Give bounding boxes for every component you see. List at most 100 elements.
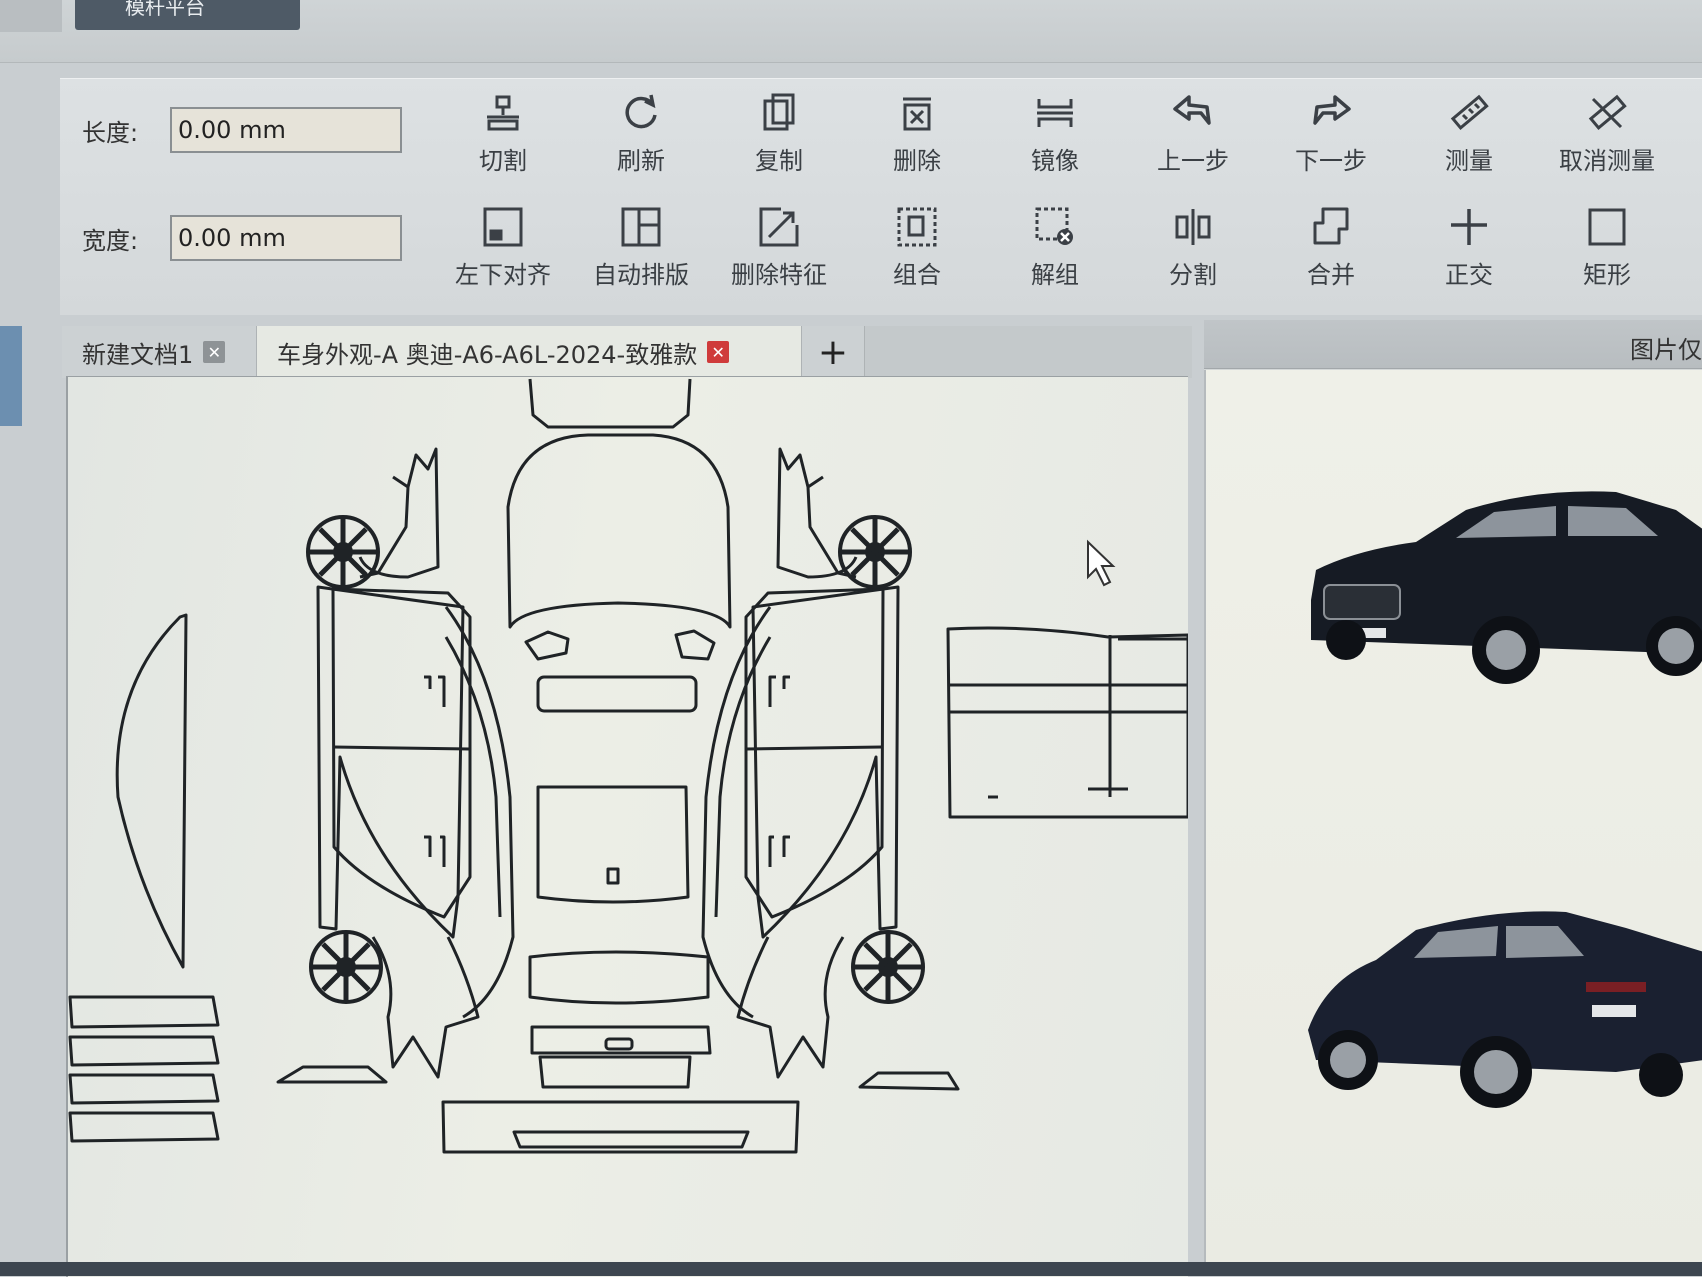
width-label: 宽度: — [82, 226, 139, 255]
left-sidebar-stripe[interactable] — [0, 326, 22, 426]
cut-icon — [487, 95, 519, 131]
redo-label: 下一步 — [1295, 147, 1367, 175]
split-label: 分割 — [1169, 261, 1217, 289]
delete-icon — [903, 97, 931, 131]
image-panel-title: 图片仅 — [1630, 336, 1702, 364]
skirt-left — [276, 1065, 388, 1084]
car-front-view-image — [1311, 491, 1702, 684]
merge-button[interactable]: 合并 — [1271, 205, 1391, 305]
mirror-label: 镜像 — [1031, 147, 1079, 175]
length-label: 长度: — [82, 118, 139, 147]
tab-new-document[interactable]: 新建文档1 ✕ — [62, 326, 257, 378]
toolbar: 长度: 宽度: 切割 刷新 复制 删除 镜像 — [60, 78, 1702, 315]
windshield-strip — [115, 613, 188, 969]
wheel-front-right — [838, 515, 912, 589]
redo-icon — [1313, 95, 1351, 125]
group-button[interactable]: 组合 — [857, 205, 977, 305]
mirror-icon — [1037, 99, 1073, 127]
trunk-panel — [528, 950, 710, 1005]
refresh-icon — [625, 94, 657, 129]
delete-button[interactable]: 删除 — [857, 91, 977, 191]
refresh-label: 刷新 — [617, 147, 665, 175]
copy-label: 复制 — [755, 147, 803, 175]
refresh-button[interactable]: 刷新 — [581, 91, 701, 191]
auto-layout-icon — [621, 207, 661, 247]
window-top-strip: 模杆平台 — [0, 0, 1702, 63]
align-bottom-left-label: 左下对齐 — [455, 261, 551, 289]
merge-label: 合并 — [1307, 261, 1355, 289]
cancel-measure-label: 取消测量 — [1559, 147, 1655, 175]
tab-audi-a6-body-label: 车身外观-A 奥迪-A6-A6L-2024-致雅款 — [277, 340, 698, 369]
headlight-left — [524, 630, 570, 661]
close-icon[interactable]: ✕ — [203, 341, 226, 363]
orthogonal-icon — [1451, 209, 1487, 245]
align-bottom-left-icon — [483, 207, 523, 247]
cancel-ruler-icon — [1588, 94, 1627, 130]
length-row: 长度: — [82, 107, 402, 153]
left-front-door — [331, 587, 472, 919]
trim-piece-2 — [68, 1035, 220, 1067]
auto-layout-label: 自动排版 — [593, 261, 689, 289]
split-button[interactable]: 分割 — [1133, 205, 1253, 305]
close-icon[interactable]: ✕ — [707, 341, 730, 363]
taskbar-edge — [0, 1262, 1702, 1276]
ungroup-label: 解组 — [1031, 261, 1079, 289]
ungroup-icon — [1035, 207, 1073, 245]
hood-panel — [506, 433, 732, 629]
width-row: 宽度: — [82, 215, 402, 261]
merge-icon — [1313, 207, 1349, 245]
image-preview-panel: 图片仅 — [1204, 320, 1702, 1276]
roof-panel — [536, 785, 690, 904]
trim-piece-4 — [68, 1111, 220, 1143]
wheel-front-left — [306, 515, 380, 589]
rectangle-label: 矩形 — [1583, 261, 1631, 289]
left-rear-fender — [371, 936, 480, 1079]
roof-mark — [606, 867, 620, 885]
ungroup-button[interactable]: 解组 — [995, 205, 1115, 305]
tab-new-document-label: 新建文档1 — [82, 340, 194, 369]
orthogonal-button[interactable]: 正交 — [1409, 205, 1529, 305]
copy-button[interactable]: 复制 — [719, 91, 839, 191]
right-front-fender — [776, 447, 858, 579]
skirt-right — [858, 1071, 960, 1091]
top-tab-platform[interactable]: 模杆平台 — [75, 0, 300, 30]
image-panel-body — [1204, 370, 1702, 1276]
rear-bumper — [441, 1100, 800, 1154]
measure-label: 测量 — [1445, 147, 1493, 175]
mirror-button[interactable]: 镜像 — [995, 91, 1115, 191]
tab-audi-a6-body[interactable]: 车身外观-A 奥迪-A6-A6L-2024-致雅款 ✕ — [257, 326, 802, 378]
align-bottom-left-button[interactable]: 左下对齐 — [443, 205, 563, 305]
side-view-panel — [946, 626, 1188, 819]
drawing-canvas[interactable] — [66, 376, 1188, 1277]
group-icon — [897, 207, 937, 247]
redo-button[interactable]: 下一步 — [1271, 91, 1391, 191]
cancel-measure-button[interactable]: 取消测量 — [1547, 91, 1667, 191]
cut-label: 切割 — [479, 147, 527, 175]
cut-button[interactable]: 切割 — [443, 91, 563, 191]
group-label: 组合 — [893, 261, 941, 289]
orthogonal-label: 正交 — [1445, 261, 1493, 289]
delete-feature-label: 删除特征 — [731, 261, 827, 289]
length-input[interactable] — [170, 107, 402, 153]
undo-label: 上一步 — [1157, 147, 1229, 175]
trim-piece-3 — [68, 1073, 220, 1105]
copy-icon — [763, 93, 795, 131]
rectangle-button[interactable]: 矩形 — [1547, 205, 1667, 305]
mouse-cursor-icon — [1087, 539, 1116, 587]
width-input[interactable] — [170, 215, 402, 261]
car-photos — [1308, 491, 1702, 1108]
top-left-tab[interactable] — [0, 0, 62, 32]
split-icon — [1175, 209, 1211, 245]
car-rear-view-image — [1308, 911, 1702, 1108]
right-front-door — [744, 587, 885, 919]
auto-layout-button[interactable]: 自动排版 — [581, 205, 701, 305]
right-rear-fender — [736, 936, 845, 1079]
image-panel-header: 图片仅 — [1204, 320, 1702, 369]
wheel-rear-left — [309, 930, 383, 1004]
measure-button[interactable]: 测量 — [1409, 91, 1529, 191]
undo-button[interactable]: 上一步 — [1133, 91, 1253, 191]
grille — [536, 675, 698, 713]
undo-icon — [1173, 95, 1211, 125]
delete-feature-button[interactable]: 删除特征 — [719, 205, 839, 305]
add-tab-button[interactable]: + — [802, 326, 865, 378]
